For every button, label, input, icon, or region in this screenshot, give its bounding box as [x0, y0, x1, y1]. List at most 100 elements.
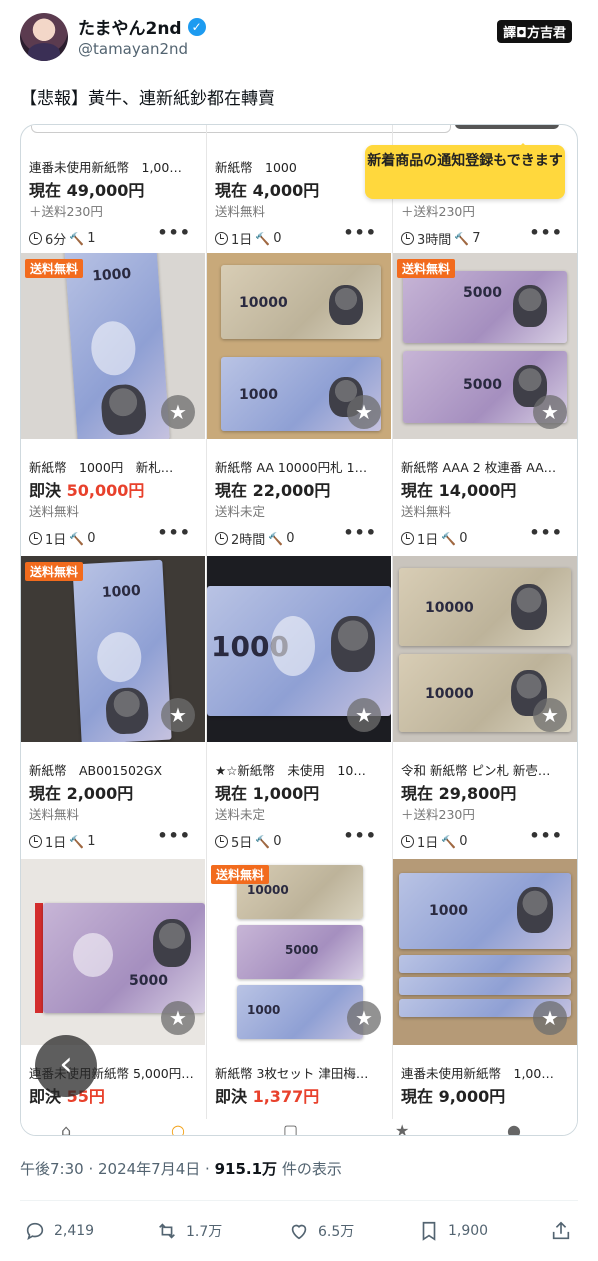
previous-image-button[interactable]: ‹ — [35, 1035, 97, 1097]
repost-button[interactable]: 1.7万 — [156, 1220, 222, 1242]
favorite-star-icon[interactable]: ★ — [161, 698, 195, 732]
listing-shipping: 送料無料 — [401, 504, 452, 519]
banknote-5000: 5000 — [43, 903, 205, 1013]
free-shipping-badge: 送料無料 — [25, 562, 84, 581]
account-icon[interactable]: ● — [507, 1121, 521, 1135]
reply-button[interactable]: 2,419 — [24, 1220, 94, 1242]
listing-card[interactable]: 10000 1000 ★ 新紙幣 AA 10000円札 1… 現在 22,000… — [207, 253, 391, 555]
listing-image[interactable]: 5000 ★ — [21, 859, 205, 1045]
clock-icon — [215, 232, 228, 245]
listing-card[interactable]: 5000 5000 送料無料 ★ 新紙幣 AAA 2 枚連番 AA… 現在 14… — [393, 253, 577, 555]
favorite-star-icon[interactable]: ★ — [161, 395, 195, 429]
listing-title[interactable]: 新紙幣 1000円 新札… — [29, 457, 199, 476]
listing-shipping: ＋送料230円 — [401, 204, 475, 219]
gavel-icon: 🔨 — [454, 231, 470, 246]
gavel-icon: 🔨 — [441, 834, 457, 849]
listing-card[interactable]: 連番未使用新紙幣 1,00… 現在 49,000円 ＋送料230円 6分 🔨 1 •… — [21, 125, 205, 253]
more-options-icon[interactable]: ••• — [157, 826, 191, 845]
gavel-icon: 🔨 — [255, 231, 271, 246]
favorite-star-icon[interactable]: ★ — [347, 698, 381, 732]
bookmark-icon — [422, 1221, 436, 1241]
listing-meta: 1日 🔨 0 — [401, 832, 468, 851]
listing-card[interactable]: 10000 5000 1000 送料無料 ★ 新紙幣 3枚セット 津田梅… 即決… — [207, 859, 391, 1135]
gavel-icon: 🔨 — [69, 834, 85, 849]
listing-meta: 1日 🔨 1 — [29, 832, 96, 851]
listing-card[interactable]: 1000 ★ ★☆新紙幣 未使用 10… 現在 1,000円 送料未定 5日 🔨 0… — [207, 556, 391, 858]
listing-image[interactable]: 5000 5000 送料無料 ★ — [393, 253, 577, 439]
listing-title[interactable]: ★☆新紙幣 未使用 10… — [215, 760, 385, 779]
favorite-star-icon[interactable]: ★ — [347, 395, 381, 429]
favorite-star-icon[interactable]: ★ — [533, 698, 567, 732]
listing-image[interactable]: 1000 送料無料 ★ — [21, 253, 205, 439]
listing-card[interactable]: 新紙幣 1000 現在 4,000円 送料無料 1日 🔨 0 ••• — [207, 125, 391, 253]
listing-title[interactable]: 連番未使用新紙幣 1,00… — [401, 1063, 571, 1082]
listing-price: 現在 14,000円 — [401, 481, 517, 500]
listing-shipping: 送料未定 — [215, 807, 266, 822]
favorite-star-icon[interactable]: ★ — [161, 1001, 195, 1035]
red-band — [35, 903, 43, 1013]
notification-tooltip[interactable]: 新着商品の通知登録もできます — [365, 143, 565, 199]
home-icon[interactable]: ⌂ — [61, 1121, 71, 1135]
banknote-1000: 1000 — [72, 559, 172, 742]
listing-image[interactable]: 10000 10000 ★ — [393, 556, 577, 742]
listing-card[interactable]: 1000 送料無料 ★ 新紙幣 1000円 新札… 即決 50,000円 送料無… — [21, 253, 205, 555]
listing-image[interactable]: 10000 1000 ★ — [207, 253, 391, 439]
favorite-star-icon[interactable]: ★ — [347, 1001, 381, 1035]
banknote-1000: 1000 — [237, 985, 363, 1039]
star-icon[interactable]: ★ — [395, 1121, 409, 1135]
banknote-1000: 1000 — [207, 586, 391, 716]
clock-icon — [401, 532, 414, 545]
share-button[interactable] — [550, 1220, 572, 1242]
camera-icon[interactable]: ▢ — [283, 1121, 298, 1135]
tweet-timestamp[interactable]: 午後7:30 · 2024年7月4日 · 915.1万 件の表示 — [20, 1158, 342, 1179]
share-icon — [552, 1221, 570, 1240]
more-options-icon[interactable]: ••• — [343, 826, 377, 845]
more-options-icon[interactable]: ••• — [157, 223, 191, 242]
listing-price: 現在 22,000円 — [215, 481, 331, 500]
listing-shipping: ＋送料230円 — [29, 204, 103, 219]
free-shipping-badge: 送料無料 — [25, 259, 84, 278]
listing-title[interactable]: 新紙幣 1000 — [215, 157, 385, 176]
listing-image[interactable]: 1000 送料無料 ★ — [21, 556, 205, 742]
search-icon[interactable]: ○ — [171, 1121, 185, 1135]
listing-image[interactable]: 1000 ★ — [393, 859, 577, 1045]
listing-title[interactable]: 連番未使用新紙幣 1,00… — [29, 157, 199, 176]
listing-title[interactable]: 新紙幣 AA 10000円札 1… — [215, 457, 385, 476]
listing-meta: 1日 🔨 0 — [401, 529, 468, 548]
banknote-10000: 10000 — [221, 265, 381, 339]
reply-icon — [26, 1222, 44, 1241]
clock-icon — [29, 232, 42, 245]
avatar[interactable] — [20, 13, 68, 61]
favorite-star-icon[interactable]: ★ — [533, 395, 567, 429]
listing-card[interactable]: 5000 ★ 連番未使用新紙幣 5,000円… 即決 55円 — [21, 859, 205, 1135]
more-options-icon[interactable]: ••• — [157, 523, 191, 542]
like-button[interactable]: 6.5万 — [288, 1220, 354, 1242]
listing-shipping: 送料無料 — [29, 807, 80, 822]
favorite-star-icon[interactable]: ★ — [533, 1001, 567, 1035]
listing-image[interactable]: 1000 ★ — [207, 556, 391, 742]
listing-title[interactable]: 令和 新紙幣 ピン札 新壱… — [401, 760, 571, 779]
more-options-icon[interactable]: ••• — [529, 826, 563, 845]
listing-image[interactable]: 10000 5000 1000 送料無料 ★ — [207, 859, 391, 1045]
listing-card[interactable]: 1000 ★ 連番未使用新紙幣 1,00… 現在 9,000円 — [393, 859, 577, 1135]
author-handle[interactable]: @tamayan2nd — [78, 40, 188, 58]
bookmark-button[interactable]: 1,900 — [418, 1220, 488, 1242]
more-options-icon[interactable]: ••• — [343, 523, 377, 542]
tweet-text: 【悲報】黃牛、連新紙鈔都在轉賣 — [20, 89, 275, 109]
more-options-icon[interactable]: ••• — [529, 523, 563, 542]
clock-icon — [401, 232, 414, 245]
free-shipping-badge: 送料無料 — [211, 865, 270, 884]
more-options-icon[interactable]: ••• — [529, 223, 563, 242]
tweet-media[interactable]: 連番未使用新紙幣 1,00… 現在 49,000円 ＋送料230円 6分 🔨 1 •… — [20, 124, 578, 1136]
verified-badge-icon: ✓ — [187, 17, 206, 36]
more-options-icon[interactable]: ••• — [343, 223, 377, 242]
listing-shipping: 送料無料 — [215, 204, 266, 219]
listing-title[interactable]: 新紙幣 AAA 2 枚連番 AA… — [401, 457, 571, 476]
gavel-icon: 🔨 — [69, 231, 85, 246]
listing-card[interactable]: 1000 送料無料 ★ 新紙幣 AB001502GX 現在 2,000円 送料無… — [21, 556, 205, 858]
author-name-text[interactable]: たまやん2nd — [78, 14, 182, 39]
listing-card[interactable]: 10000 10000 ★ 令和 新紙幣 ピン札 新壱… 現在 29,800円 … — [393, 556, 577, 858]
author-name[interactable]: たまやん2nd ✓ — [78, 14, 206, 39]
listing-title[interactable]: 新紙幣 3枚セット 津田梅… — [215, 1063, 385, 1082]
listing-title[interactable]: 新紙幣 AB001502GX — [29, 760, 199, 779]
